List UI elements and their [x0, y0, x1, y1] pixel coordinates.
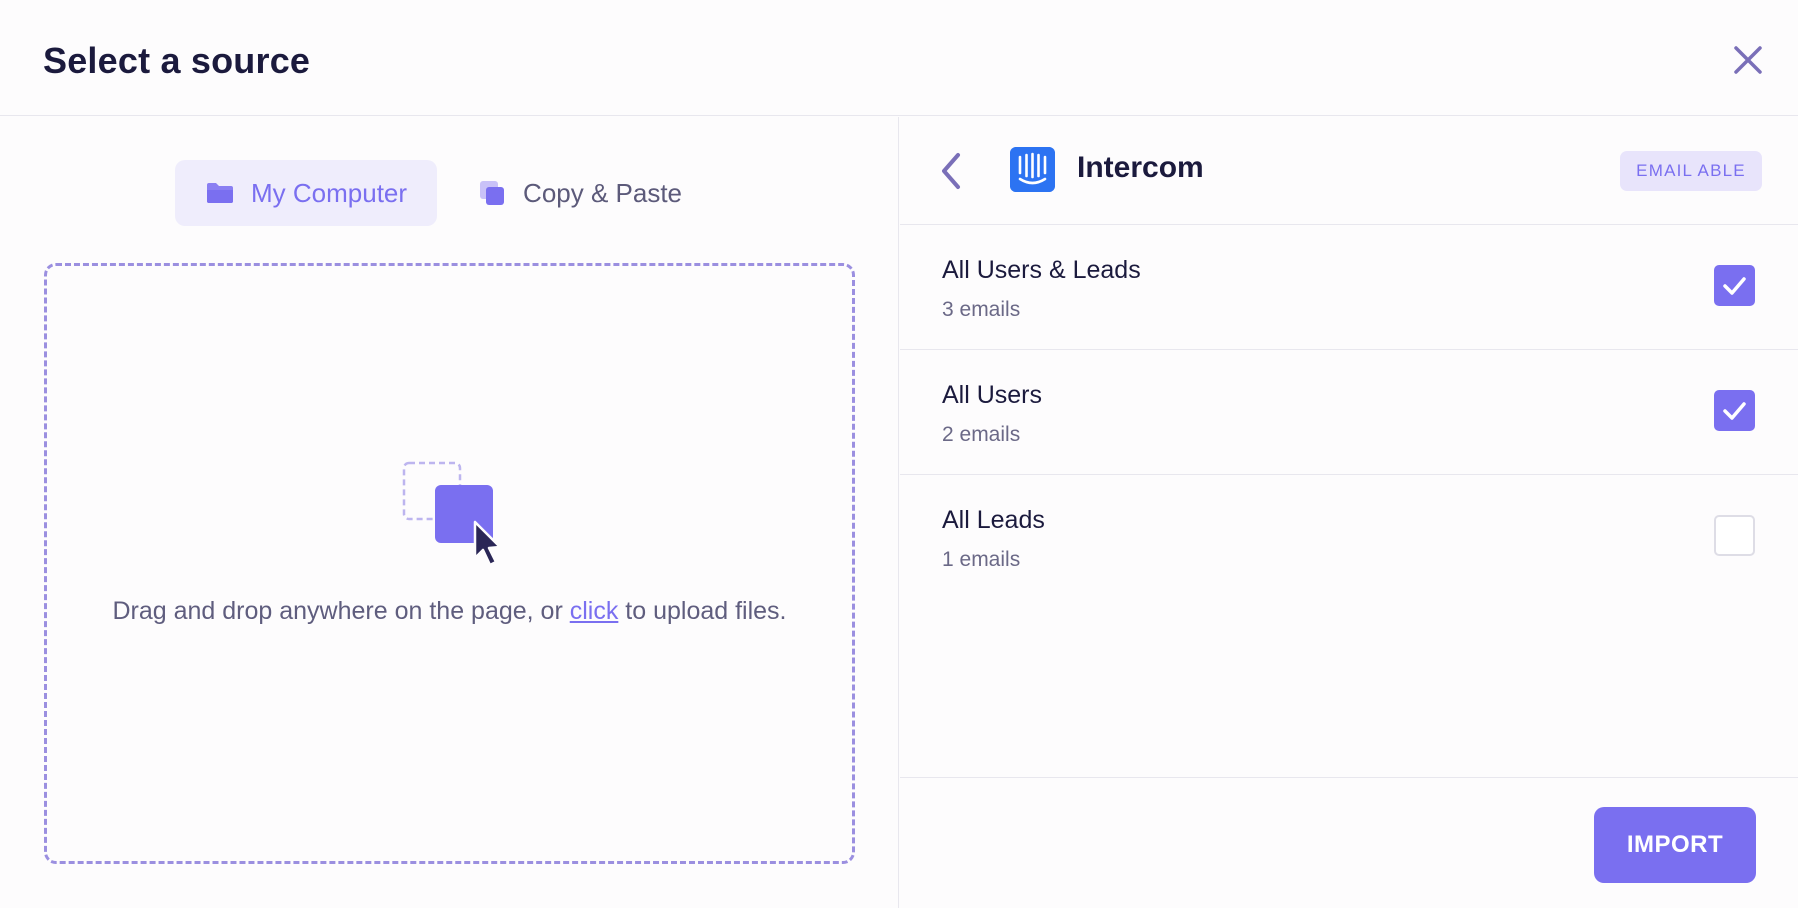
segment-checkbox[interactable]: [1714, 265, 1755, 306]
select-source-modal: Select a source My Computer Copy & Paste…: [0, 0, 1798, 908]
segment-list: All Users & Leads 3 emails All Users 2 e…: [900, 225, 1798, 600]
modal-title: Select a source: [43, 40, 311, 81]
upload-files-icon: [402, 461, 502, 567]
segment-row-all-leads[interactable]: All Leads 1 emails: [900, 475, 1798, 600]
segment-checkbox[interactable]: [1714, 390, 1755, 431]
dropzone-instructions: Drag and drop anywhere on the page, or c…: [87, 591, 812, 631]
tab-my-computer[interactable]: My Computer: [175, 160, 438, 226]
panel-footer: IMPORT: [900, 777, 1798, 908]
intercom-logo: [1010, 147, 1055, 192]
provider-panel: Intercom EMAIL ABLE All Users & Leads 3 …: [900, 117, 1798, 908]
segment-title: All Users: [942, 381, 1043, 409]
source-tabs: My Computer Copy & Paste: [175, 160, 712, 226]
segment-row-all-users-leads[interactable]: All Users & Leads 3 emails: [900, 225, 1798, 350]
click-to-upload-link[interactable]: click: [570, 597, 619, 625]
segment-title: All Leads: [942, 506, 1045, 534]
tab-copy-paste[interactable]: Copy & Paste: [447, 160, 712, 226]
close-icon: [1734, 46, 1762, 74]
segment-email-count: 1 emails: [942, 548, 1021, 571]
tab-label: My Computer: [251, 177, 408, 208]
file-dropzone[interactable]: Drag and drop anywhere on the page, or c…: [44, 263, 855, 864]
modal-header: Select a source: [0, 0, 1798, 116]
segment-email-count: 3 emails: [942, 298, 1021, 321]
segment-title: All Users & Leads: [942, 256, 1141, 284]
upload-panel: My Computer Copy & Paste Drag and drop a…: [0, 117, 899, 908]
dropzone-text: Drag and drop anywhere on the page, or: [112, 597, 570, 625]
import-button[interactable]: IMPORT: [1594, 807, 1756, 883]
segment-checkbox[interactable]: [1714, 515, 1755, 556]
checkmark-icon: [1723, 277, 1746, 295]
close-button[interactable]: [1728, 40, 1768, 80]
provider-header: Intercom EMAIL ABLE: [900, 117, 1798, 225]
back-button[interactable]: [936, 149, 966, 193]
folder-icon: [207, 183, 233, 203]
provider-name: Intercom: [1077, 151, 1204, 184]
chevron-left-icon: [942, 153, 960, 189]
segment-email-count: 2 emails: [942, 423, 1021, 446]
tab-label: Copy & Paste: [523, 177, 683, 208]
dropzone-text: to upload files.: [618, 597, 787, 625]
checkmark-icon: [1723, 402, 1746, 420]
status-badge: EMAIL ABLE: [1620, 151, 1762, 191]
segment-row-all-users[interactable]: All Users 2 emails: [900, 350, 1798, 475]
copy-icon: [480, 181, 505, 205]
